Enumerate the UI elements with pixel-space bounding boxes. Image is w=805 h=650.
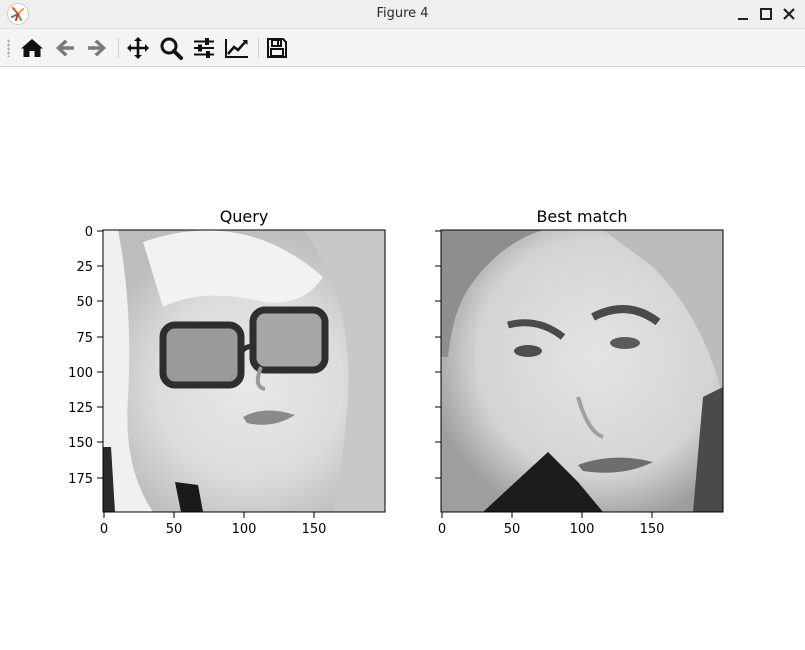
y-tick-label: 75 bbox=[76, 331, 93, 346]
back-arrow-icon[interactable] bbox=[51, 35, 79, 61]
zoom-icon[interactable] bbox=[157, 35, 185, 61]
x-tick-label: 100 bbox=[232, 522, 257, 537]
y-tick-label: 50 bbox=[76, 295, 93, 310]
toolbar-separator bbox=[118, 38, 119, 58]
toolbar-separator bbox=[258, 38, 259, 58]
x-tick-label: 50 bbox=[166, 522, 183, 537]
forward-arrow-icon[interactable] bbox=[83, 35, 111, 61]
y-tick-label: 0 bbox=[85, 225, 93, 240]
save-icon[interactable] bbox=[263, 35, 291, 61]
x-tick-label: 0 bbox=[438, 522, 446, 537]
x-axis: 0 50 100 150 bbox=[438, 512, 665, 537]
x-tick-label: 150 bbox=[302, 522, 327, 537]
x-tick-label: 150 bbox=[640, 522, 665, 537]
axes-title: Query bbox=[220, 207, 269, 226]
toolbar-grip[interactable] bbox=[7, 39, 10, 57]
navigation-toolbar bbox=[0, 29, 805, 67]
y-tick-label: 150 bbox=[68, 436, 93, 451]
maximize-icon[interactable] bbox=[756, 4, 776, 24]
y-tick-label: 175 bbox=[68, 472, 93, 487]
x-tick-label: 0 bbox=[100, 522, 108, 537]
axes-title: Best match bbox=[536, 207, 627, 226]
y-tick-label: 25 bbox=[76, 260, 93, 275]
window-titlebar: Figure 4 bbox=[0, 0, 805, 29]
x-tick-label: 50 bbox=[504, 522, 521, 537]
minimize-icon[interactable] bbox=[733, 4, 753, 24]
axes-best-match: Best match 0 50 100 150 bbox=[435, 207, 724, 537]
pan-icon[interactable] bbox=[124, 35, 152, 61]
query-image bbox=[103, 230, 385, 512]
y-axis: 0 25 50 75 100 125 150 175 bbox=[68, 225, 103, 487]
axes-query: Query 0 25 50 75 100 125 150 175 0 50 10… bbox=[68, 207, 386, 537]
best-match-image bbox=[441, 230, 723, 512]
y-tick-label: 125 bbox=[68, 401, 93, 416]
close-icon[interactable] bbox=[779, 4, 799, 24]
y-tick-label: 100 bbox=[68, 366, 93, 381]
configure-subplots-icon[interactable] bbox=[190, 35, 218, 61]
home-icon[interactable] bbox=[18, 35, 46, 61]
x-axis: 0 50 100 150 bbox=[100, 512, 327, 537]
figure-canvas[interactable]: Query 0 25 50 75 100 125 150 175 0 50 10… bbox=[3, 67, 803, 650]
x-tick-label: 100 bbox=[570, 522, 595, 537]
edit-axis-icon[interactable] bbox=[223, 35, 251, 61]
y-axis bbox=[435, 230, 441, 479]
window-title: Figure 4 bbox=[376, 6, 429, 21]
